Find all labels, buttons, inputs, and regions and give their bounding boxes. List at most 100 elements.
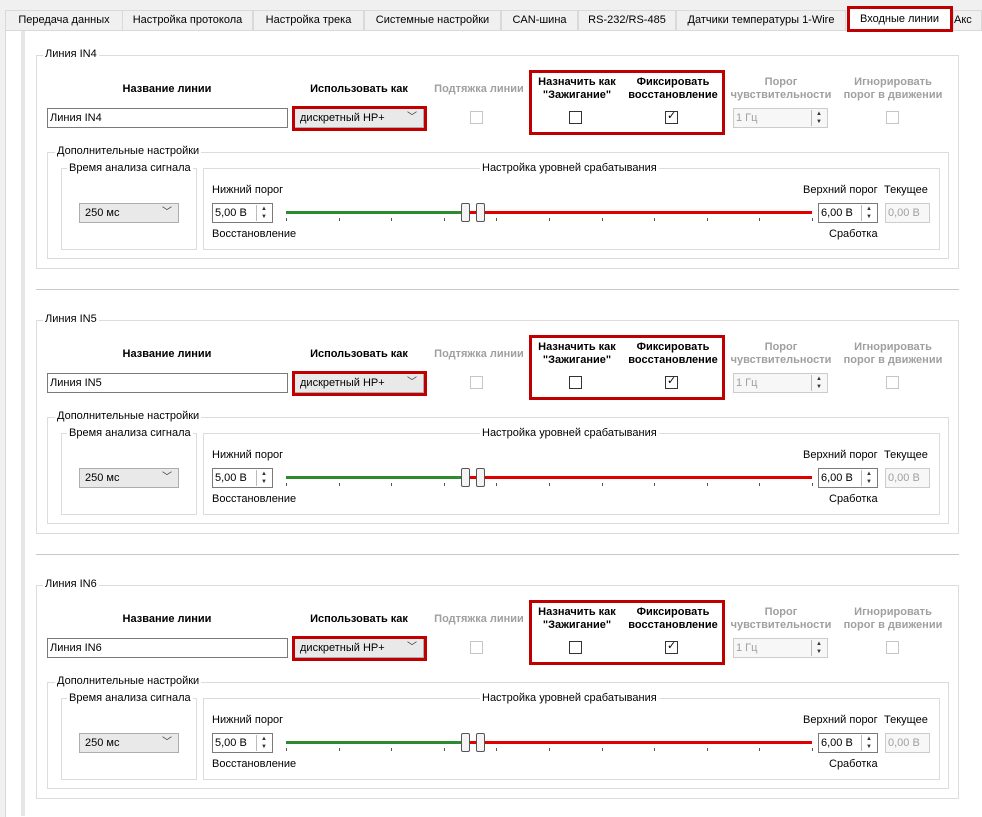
lower-label: Нижний порог xyxy=(212,449,284,461)
fix-restore-checkbox[interactable]: ✓ xyxy=(665,375,678,389)
line-name-input[interactable]: Линия IN4 xyxy=(47,108,288,128)
spin-up-icon: ▲ xyxy=(816,641,822,647)
header-ignition-2: "Зажигание" xyxy=(542,89,612,101)
slider-tick xyxy=(443,483,445,486)
line-name-input[interactable]: Линия IN5 xyxy=(47,373,288,393)
header-ignore-1: Игнорировать xyxy=(854,341,932,353)
slider-tick xyxy=(549,748,550,751)
trigger-label: Сработка xyxy=(829,758,878,770)
upper-threshold-input[interactable]: 6,00 В ▲ ▼ xyxy=(818,203,878,223)
threshold-input: 1 Гц ▲ ▼ xyxy=(733,373,828,393)
header-ignition-1: Назначить как xyxy=(538,606,616,618)
lower-threshold-input[interactable]: 5,00 В ▲ ▼ xyxy=(212,733,273,753)
ignition-checkbox[interactable] xyxy=(569,376,582,389)
use-as-value: дискретный НР+ xyxy=(300,112,385,124)
restore-range-line xyxy=(286,211,465,214)
slider-tick xyxy=(706,218,708,221)
use-as-select[interactable]: дискретный НР+ ﹀ xyxy=(294,373,424,393)
slider-tick xyxy=(706,748,708,751)
lower-threshold-input[interactable]: 5,00 В ▲ ▼ xyxy=(212,468,273,488)
header-ignition-2: "Зажигание" xyxy=(542,619,612,631)
check-icon: ✓ xyxy=(667,110,677,122)
upper-slider-handle[interactable] xyxy=(475,468,485,487)
upper-slider-handle[interactable] xyxy=(475,733,485,752)
analysis-value: 250 мс xyxy=(85,207,120,219)
input-line-section: Линия IN6 Название линии Использовать как П… xyxy=(0,530,982,799)
spin-arrows-icon[interactable]: ▲ ▼ xyxy=(256,205,271,221)
analysis-select[interactable]: 250 мс ﹀ xyxy=(79,468,179,488)
chevron-down-icon: ﹀ xyxy=(407,377,417,388)
ignore-moving-checkbox xyxy=(886,111,899,124)
header-ignition-1: Назначить как xyxy=(538,341,616,353)
slider-tick xyxy=(601,218,603,221)
slider-tick xyxy=(654,748,656,751)
header-threshold-2: чувствительности xyxy=(730,89,832,101)
lower-threshold-input[interactable]: 5,00 В ▲ ▼ xyxy=(212,203,273,223)
spin-arrows-icon: ▲ ▼ xyxy=(811,640,826,656)
analysis-select[interactable]: 250 мс ﹀ xyxy=(79,733,179,753)
levels-title: Настройка уровней срабатывания xyxy=(480,427,659,439)
ignition-checkbox[interactable] xyxy=(569,641,582,654)
upper-label: Верхний порог xyxy=(803,449,878,461)
lower-slider-handle[interactable] xyxy=(460,203,470,222)
fix-restore-checkbox[interactable]: ✓ xyxy=(665,110,678,124)
spin-down-icon: ▼ xyxy=(261,214,267,220)
header-fix-2: восстановление xyxy=(628,89,718,101)
upper-label: Верхний порог xyxy=(803,714,878,726)
restore-label: Восстановление xyxy=(212,228,297,240)
lower-slider-handle[interactable] xyxy=(460,733,470,752)
header-threshold-2: чувствительности xyxy=(730,619,832,631)
slider-tick xyxy=(549,218,550,221)
upper-slider-handle[interactable] xyxy=(475,203,485,222)
restore-range-line xyxy=(286,741,465,744)
ignore-moving-checkbox xyxy=(886,376,899,389)
header-use-as: Использовать как xyxy=(310,348,408,360)
spin-down-icon: ▼ xyxy=(261,479,267,485)
analysis-value: 250 мс xyxy=(85,737,120,749)
trigger-range-line xyxy=(464,211,812,214)
header-ignore-2: порог в движении xyxy=(843,89,943,101)
spin-up-icon: ▲ xyxy=(261,206,267,212)
spin-arrows-icon[interactable]: ▲ ▼ xyxy=(861,205,876,221)
slider-tick xyxy=(601,748,603,751)
analysis-value: 250 мс xyxy=(85,472,120,484)
spin-up-icon: ▲ xyxy=(261,736,267,742)
chevron-down-icon: ﹀ xyxy=(407,642,417,653)
header-pullup: Подтяжка линии xyxy=(434,83,524,95)
spin-down-icon: ▼ xyxy=(866,214,872,220)
spin-arrows-icon[interactable]: ▲ ▼ xyxy=(861,735,876,751)
upper-threshold-input[interactable]: 6,00 В ▲ ▼ xyxy=(818,733,878,753)
spin-arrows-icon[interactable]: ▲ ▼ xyxy=(256,735,271,751)
header-ignition-2: "Зажигание" xyxy=(542,354,612,366)
spin-down-icon: ▼ xyxy=(866,744,872,750)
trigger-range-line xyxy=(464,476,812,479)
pullup-checkbox xyxy=(470,376,483,389)
lower-label: Нижний порог xyxy=(212,714,284,726)
line-name-input[interactable]: Линия IN6 xyxy=(47,638,288,658)
threshold-input: 1 Гц ▲ ▼ xyxy=(733,108,828,128)
additional-title: Дополнительные настройки xyxy=(55,145,202,157)
header-line-name: Название линии xyxy=(122,613,212,625)
slider-tick xyxy=(496,218,498,221)
restore-label: Восстановление xyxy=(212,493,297,505)
header-use-as: Использовать как xyxy=(310,613,408,625)
spin-arrows-icon[interactable]: ▲ ▼ xyxy=(861,470,876,486)
current-value: 0,00 В xyxy=(885,733,930,753)
ignition-checkbox[interactable] xyxy=(569,111,582,124)
lower-slider-handle[interactable] xyxy=(460,468,470,487)
slider-tick xyxy=(286,483,287,486)
analysis-title: Время анализа сигнала xyxy=(67,427,193,439)
spin-arrows-icon[interactable]: ▲ ▼ xyxy=(256,470,271,486)
fix-restore-checkbox[interactable]: ✓ xyxy=(665,640,678,654)
chevron-down-icon: ﹀ xyxy=(407,112,417,123)
analysis-title: Время анализа сигнала xyxy=(67,692,193,704)
analysis-select[interactable]: 250 мс ﹀ xyxy=(79,203,179,223)
use-as-select[interactable]: дискретный НР+ ﹀ xyxy=(294,638,424,658)
trigger-label: Сработка xyxy=(829,228,878,240)
use-as-select[interactable]: дискретный НР+ ﹀ xyxy=(294,108,424,128)
spin-up-icon: ▲ xyxy=(261,471,267,477)
header-ignore-1: Игнорировать xyxy=(854,606,932,618)
current-value: 0,00 В xyxy=(885,468,930,488)
chevron-down-icon: ﹀ xyxy=(162,472,172,483)
upper-threshold-input[interactable]: 6,00 В ▲ ▼ xyxy=(818,468,878,488)
